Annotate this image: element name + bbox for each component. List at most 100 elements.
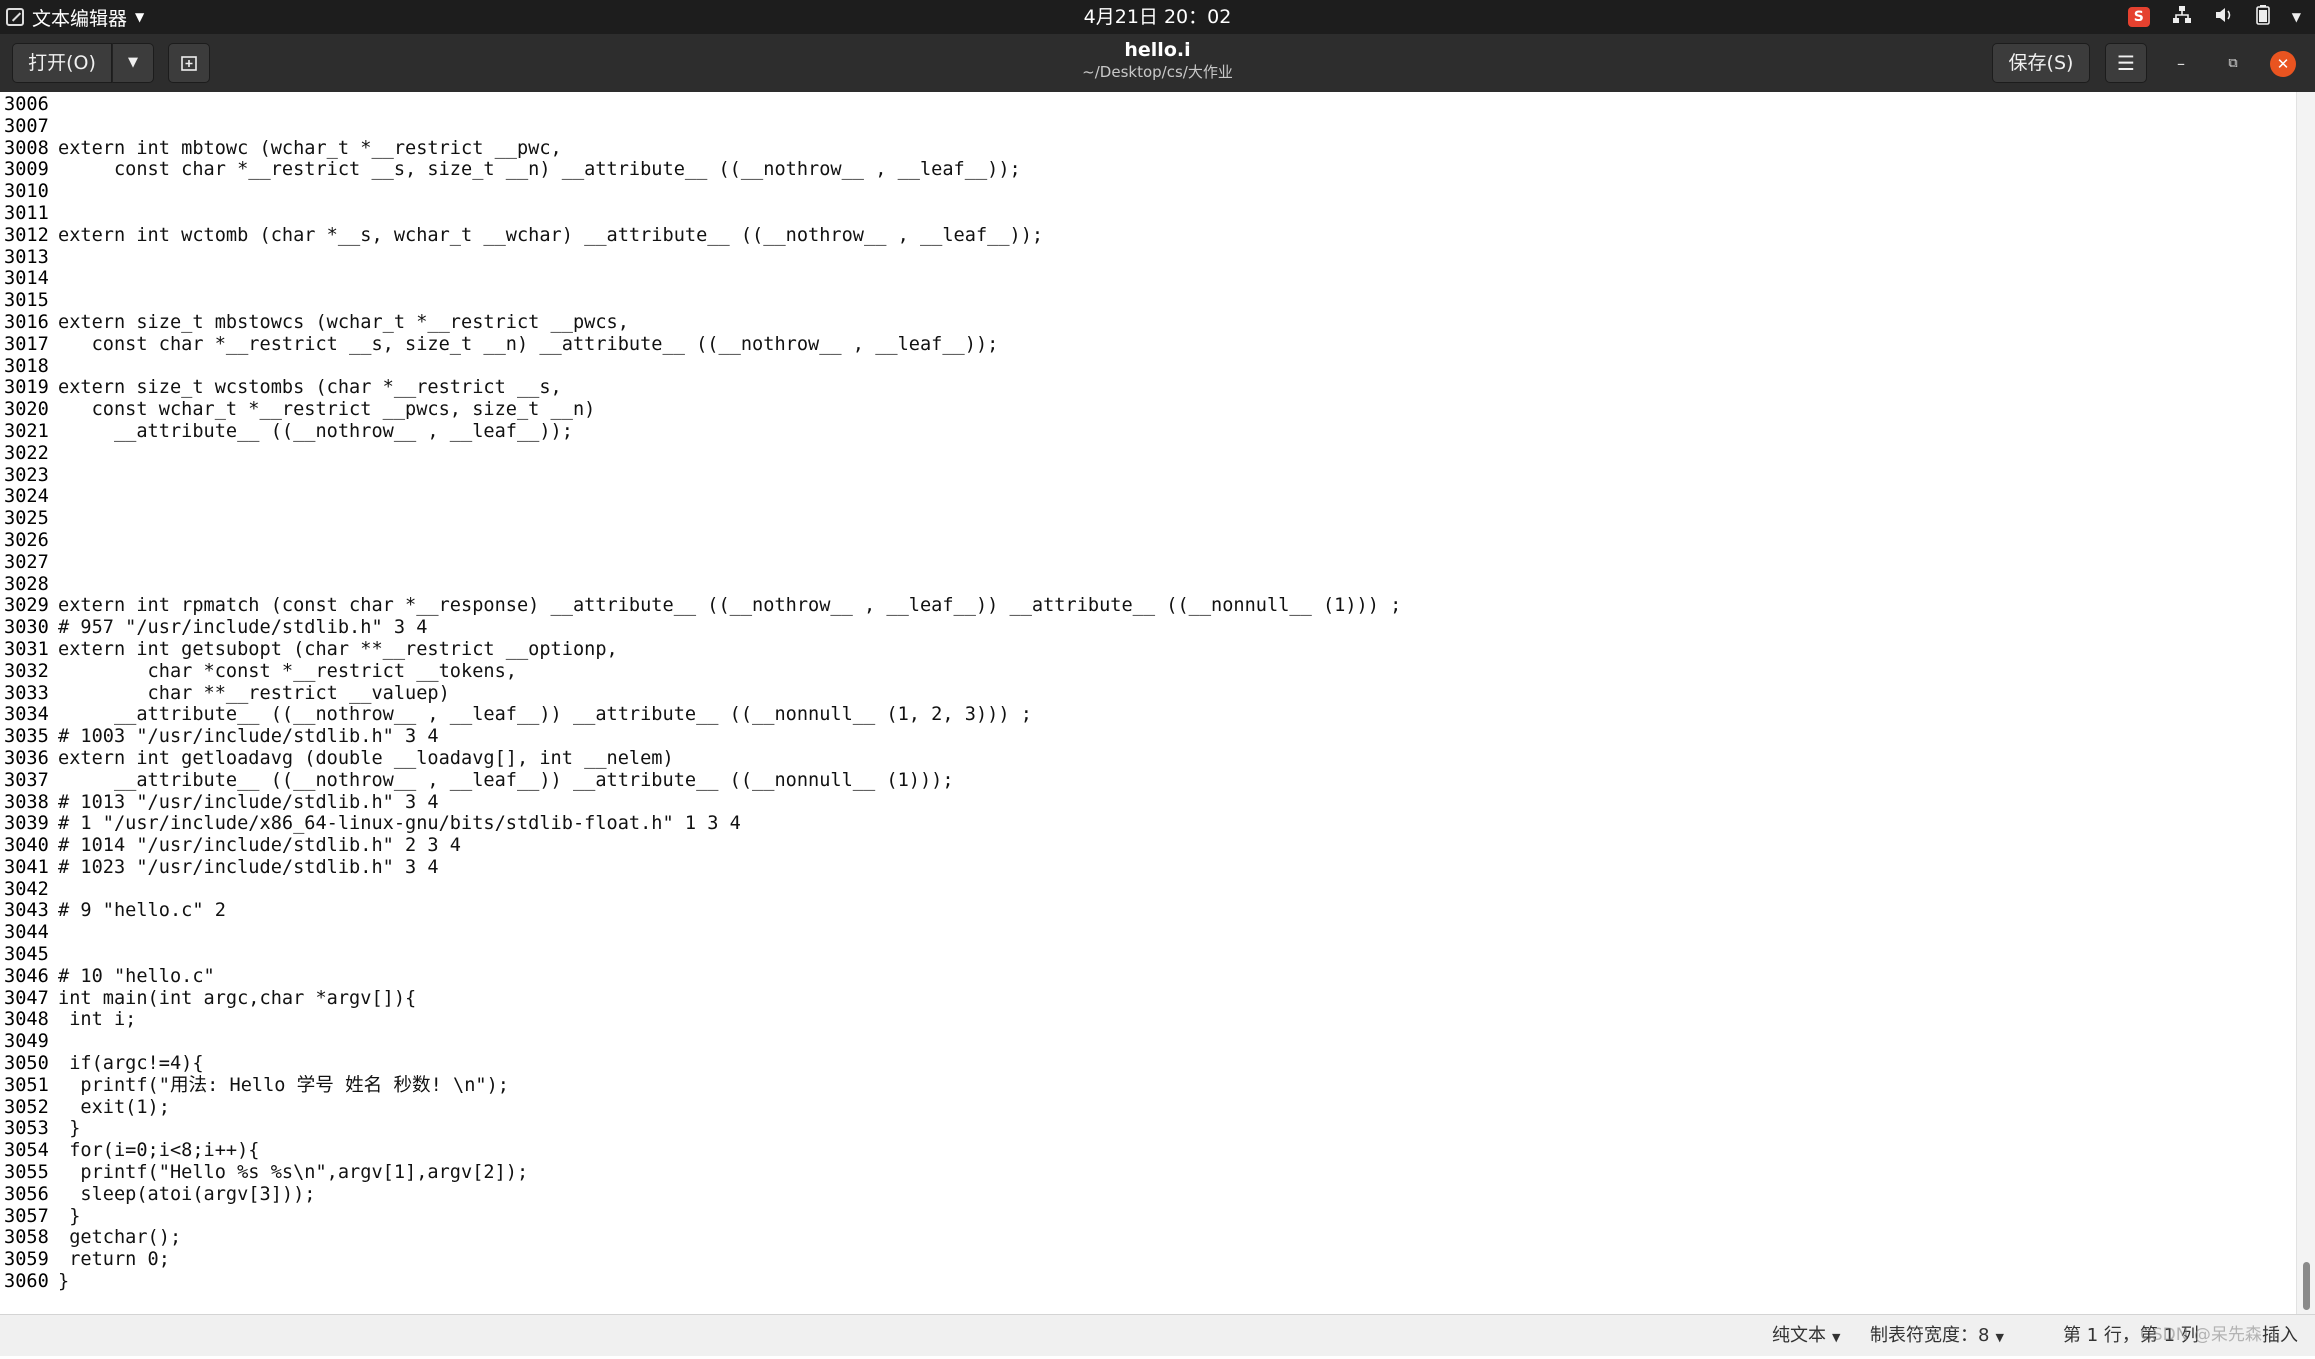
code-line[interactable]: 3037 __attribute__ ((__nothrow__ , __lea… [0,770,1401,792]
code-line[interactable]: 3051 printf("用法: Hello 学号 姓名 秒数! \n"); [0,1075,1401,1097]
code-line[interactable]: 3009 const char *__restrict __s, size_t … [0,159,1401,181]
code-line[interactable]: 3055 printf("Hello %s %s\n",argv[1],argv… [0,1162,1401,1184]
code-line[interactable]: 3029 extern int rpmatch (const char *__re… [0,595,1401,617]
line-text[interactable]: const char *__restrict __s, size_t __n) … [54,334,999,356]
line-text[interactable] [54,443,58,465]
code-line[interactable]: 3050 if(argc!=4){ [0,1053,1401,1075]
battery-icon[interactable] [2255,4,2270,30]
code-line[interactable]: 3019 extern size_t wcstombs (char *__rest… [0,377,1401,399]
line-text[interactable]: char **__restrict __valuep) [54,683,450,705]
code-line[interactable]: 3057 } [0,1206,1401,1228]
clock[interactable]: 4月21日 20：02 [1084,6,1232,28]
code-line[interactable]: 3018 [0,356,1401,378]
code-line[interactable]: 3036 extern int getloadavg (double __load… [0,748,1401,770]
hamburger-menu-button[interactable]: ☰ [2105,43,2147,83]
line-text[interactable]: __attribute__ ((__nothrow__ , __leaf__))… [54,770,954,792]
line-text[interactable]: # 1003 "/usr/include/stdlib.h" 3 4 [54,726,439,748]
code-line[interactable]: 3033 char **__restrict __valuep) [0,683,1401,705]
code-line[interactable]: 3006 [0,94,1401,116]
line-text[interactable] [54,530,58,552]
line-text[interactable] [54,465,58,487]
input-method-icon[interactable]: S [2127,7,2150,27]
code-line[interactable]: 3024 [0,486,1401,508]
line-text[interactable]: int main(int argc,char *argv[]){ [54,988,416,1010]
line-text[interactable]: printf("Hello %s %s\n",argv[1],argv[2]); [54,1162,528,1184]
tab-width-selector[interactable]: 制表符宽度：8 ▼ [1870,1315,2004,1357]
code-line[interactable]: 3025 [0,508,1401,530]
code-line[interactable]: 3054 for(i=0;i<8;i++){ [0,1140,1401,1162]
line-text[interactable]: # 9 "hello.c" 2 [54,900,226,922]
code-line[interactable]: 3026 [0,530,1401,552]
code-line[interactable]: 3020 const wchar_t *__restrict __pwcs, s… [0,399,1401,421]
line-text[interactable] [54,508,58,530]
line-text[interactable]: extern size_t mbstowcs (wchar_t *__restr… [54,312,629,334]
maximize-button[interactable]: ⧉ [2220,51,2246,77]
line-text[interactable]: if(argc!=4){ [54,1053,203,1075]
code-line[interactable]: 3049 [0,1031,1401,1053]
line-text[interactable] [54,290,58,312]
line-text[interactable] [54,944,58,966]
line-text[interactable]: const wchar_t *__restrict __pwcs, size_t… [54,399,596,421]
line-text[interactable] [54,552,58,574]
insert-mode-indicator[interactable]: 插入 [2262,1315,2298,1357]
code-line[interactable]: 3013 [0,247,1401,269]
code-line[interactable]: 3031 extern int getsubopt (char **__restr… [0,639,1401,661]
line-text[interactable]: } [54,1271,69,1293]
line-text[interactable]: extern int mbtowc (wchar_t *__restrict _… [54,138,562,160]
line-text[interactable] [54,356,58,378]
code-line[interactable]: 3046 # 10 "hello.c" [0,966,1401,988]
volume-icon[interactable] [2214,6,2234,29]
code-line[interactable]: 3043 # 9 "hello.c" 2 [0,900,1401,922]
network-icon[interactable] [2172,5,2192,29]
vertical-scrollbar[interactable] [2296,92,2315,1314]
line-text[interactable]: int i; [54,1009,136,1031]
line-text[interactable]: # 1 "/usr/include/x86_64-linux-gnu/bits/… [54,813,741,835]
code-line[interactable]: 3042 [0,879,1401,901]
code-line[interactable]: 3039 # 1 "/usr/include/x86_64-linux-gnu/b… [0,813,1401,835]
code-line[interactable]: 3011 [0,203,1401,225]
code-line[interactable]: 3010 [0,181,1401,203]
code-line[interactable]: 3047 int main(int argc,char *argv[]){ [0,988,1401,1010]
save-button[interactable]: 保存(S) [1992,43,2090,83]
line-text[interactable]: extern int wctomb (char *__s, wchar_t __… [54,225,1043,247]
line-text[interactable] [54,879,58,901]
line-text[interactable] [54,116,58,138]
scrollbar-thumb[interactable] [2303,1262,2310,1310]
code-line[interactable]: 3060} [0,1271,1401,1293]
line-text[interactable]: extern int getsubopt (char **__restrict … [54,639,618,661]
line-text[interactable]: # 1014 "/usr/include/stdlib.h" 2 3 4 [54,835,461,857]
line-text[interactable]: __attribute__ ((__nothrow__ , __leaf__))… [54,421,573,443]
line-text[interactable]: extern int getloadavg (double __loadavg[… [54,748,674,770]
line-text[interactable]: exit(1); [54,1097,170,1119]
code-line[interactable]: 3012 extern int wctomb (char *__s, wchar_… [0,225,1401,247]
line-text[interactable]: # 1013 "/usr/include/stdlib.h" 3 4 [54,792,439,814]
line-text[interactable] [54,268,58,290]
line-text[interactable] [54,203,58,225]
code-line[interactable]: 3040 # 1014 "/usr/include/stdlib.h" 2 3 4 [0,835,1401,857]
line-text[interactable]: char *const *__restrict __tokens, [54,661,517,683]
line-text[interactable] [54,181,58,203]
code-line[interactable]: 3038 # 1013 "/usr/include/stdlib.h" 3 4 [0,792,1401,814]
code-line[interactable]: 3059 return 0; [0,1249,1401,1271]
text-editor-area[interactable]: 3006 3007 3008 extern int mbtowc (wchar_t *… [0,92,2296,1314]
code-line[interactable]: 3008 extern int mbtowc (wchar_t *__restri… [0,138,1401,160]
line-text[interactable]: for(i=0;i<8;i++){ [54,1140,259,1162]
code-line[interactable]: 3058 getchar(); [0,1227,1401,1249]
line-text[interactable]: extern size_t wcstombs (char *__restrict… [54,377,562,399]
code-line[interactable]: 3007 [0,116,1401,138]
line-text[interactable]: return 0; [54,1249,170,1271]
code-line[interactable]: 3041 # 1023 "/usr/include/stdlib.h" 3 4 [0,857,1401,879]
line-text[interactable]: const char *__restrict __s, size_t __n) … [54,159,1021,181]
line-text[interactable]: printf("用法: Hello 学号 姓名 秒数! \n"); [54,1075,509,1097]
code-line[interactable]: 3017 const char *__restrict __s, size_t … [0,334,1401,356]
line-text[interactable] [54,486,58,508]
activities-app-menu[interactable]: 文本编辑器 ▼ [6,0,144,34]
close-button[interactable]: ✕ [2270,51,2296,77]
code-line[interactable]: 3032 char *const *__restrict __tokens, [0,661,1401,683]
code-line[interactable]: 3045 [0,944,1401,966]
minimize-button[interactable]: – [2168,51,2194,77]
code-line[interactable]: 3015 [0,290,1401,312]
line-text[interactable]: sleep(atoi(argv[3])); [54,1184,315,1206]
code-line[interactable]: 3021 __attribute__ ((__nothrow__ , __lea… [0,421,1401,443]
line-text[interactable]: extern int rpmatch (const char *__respon… [54,595,1401,617]
